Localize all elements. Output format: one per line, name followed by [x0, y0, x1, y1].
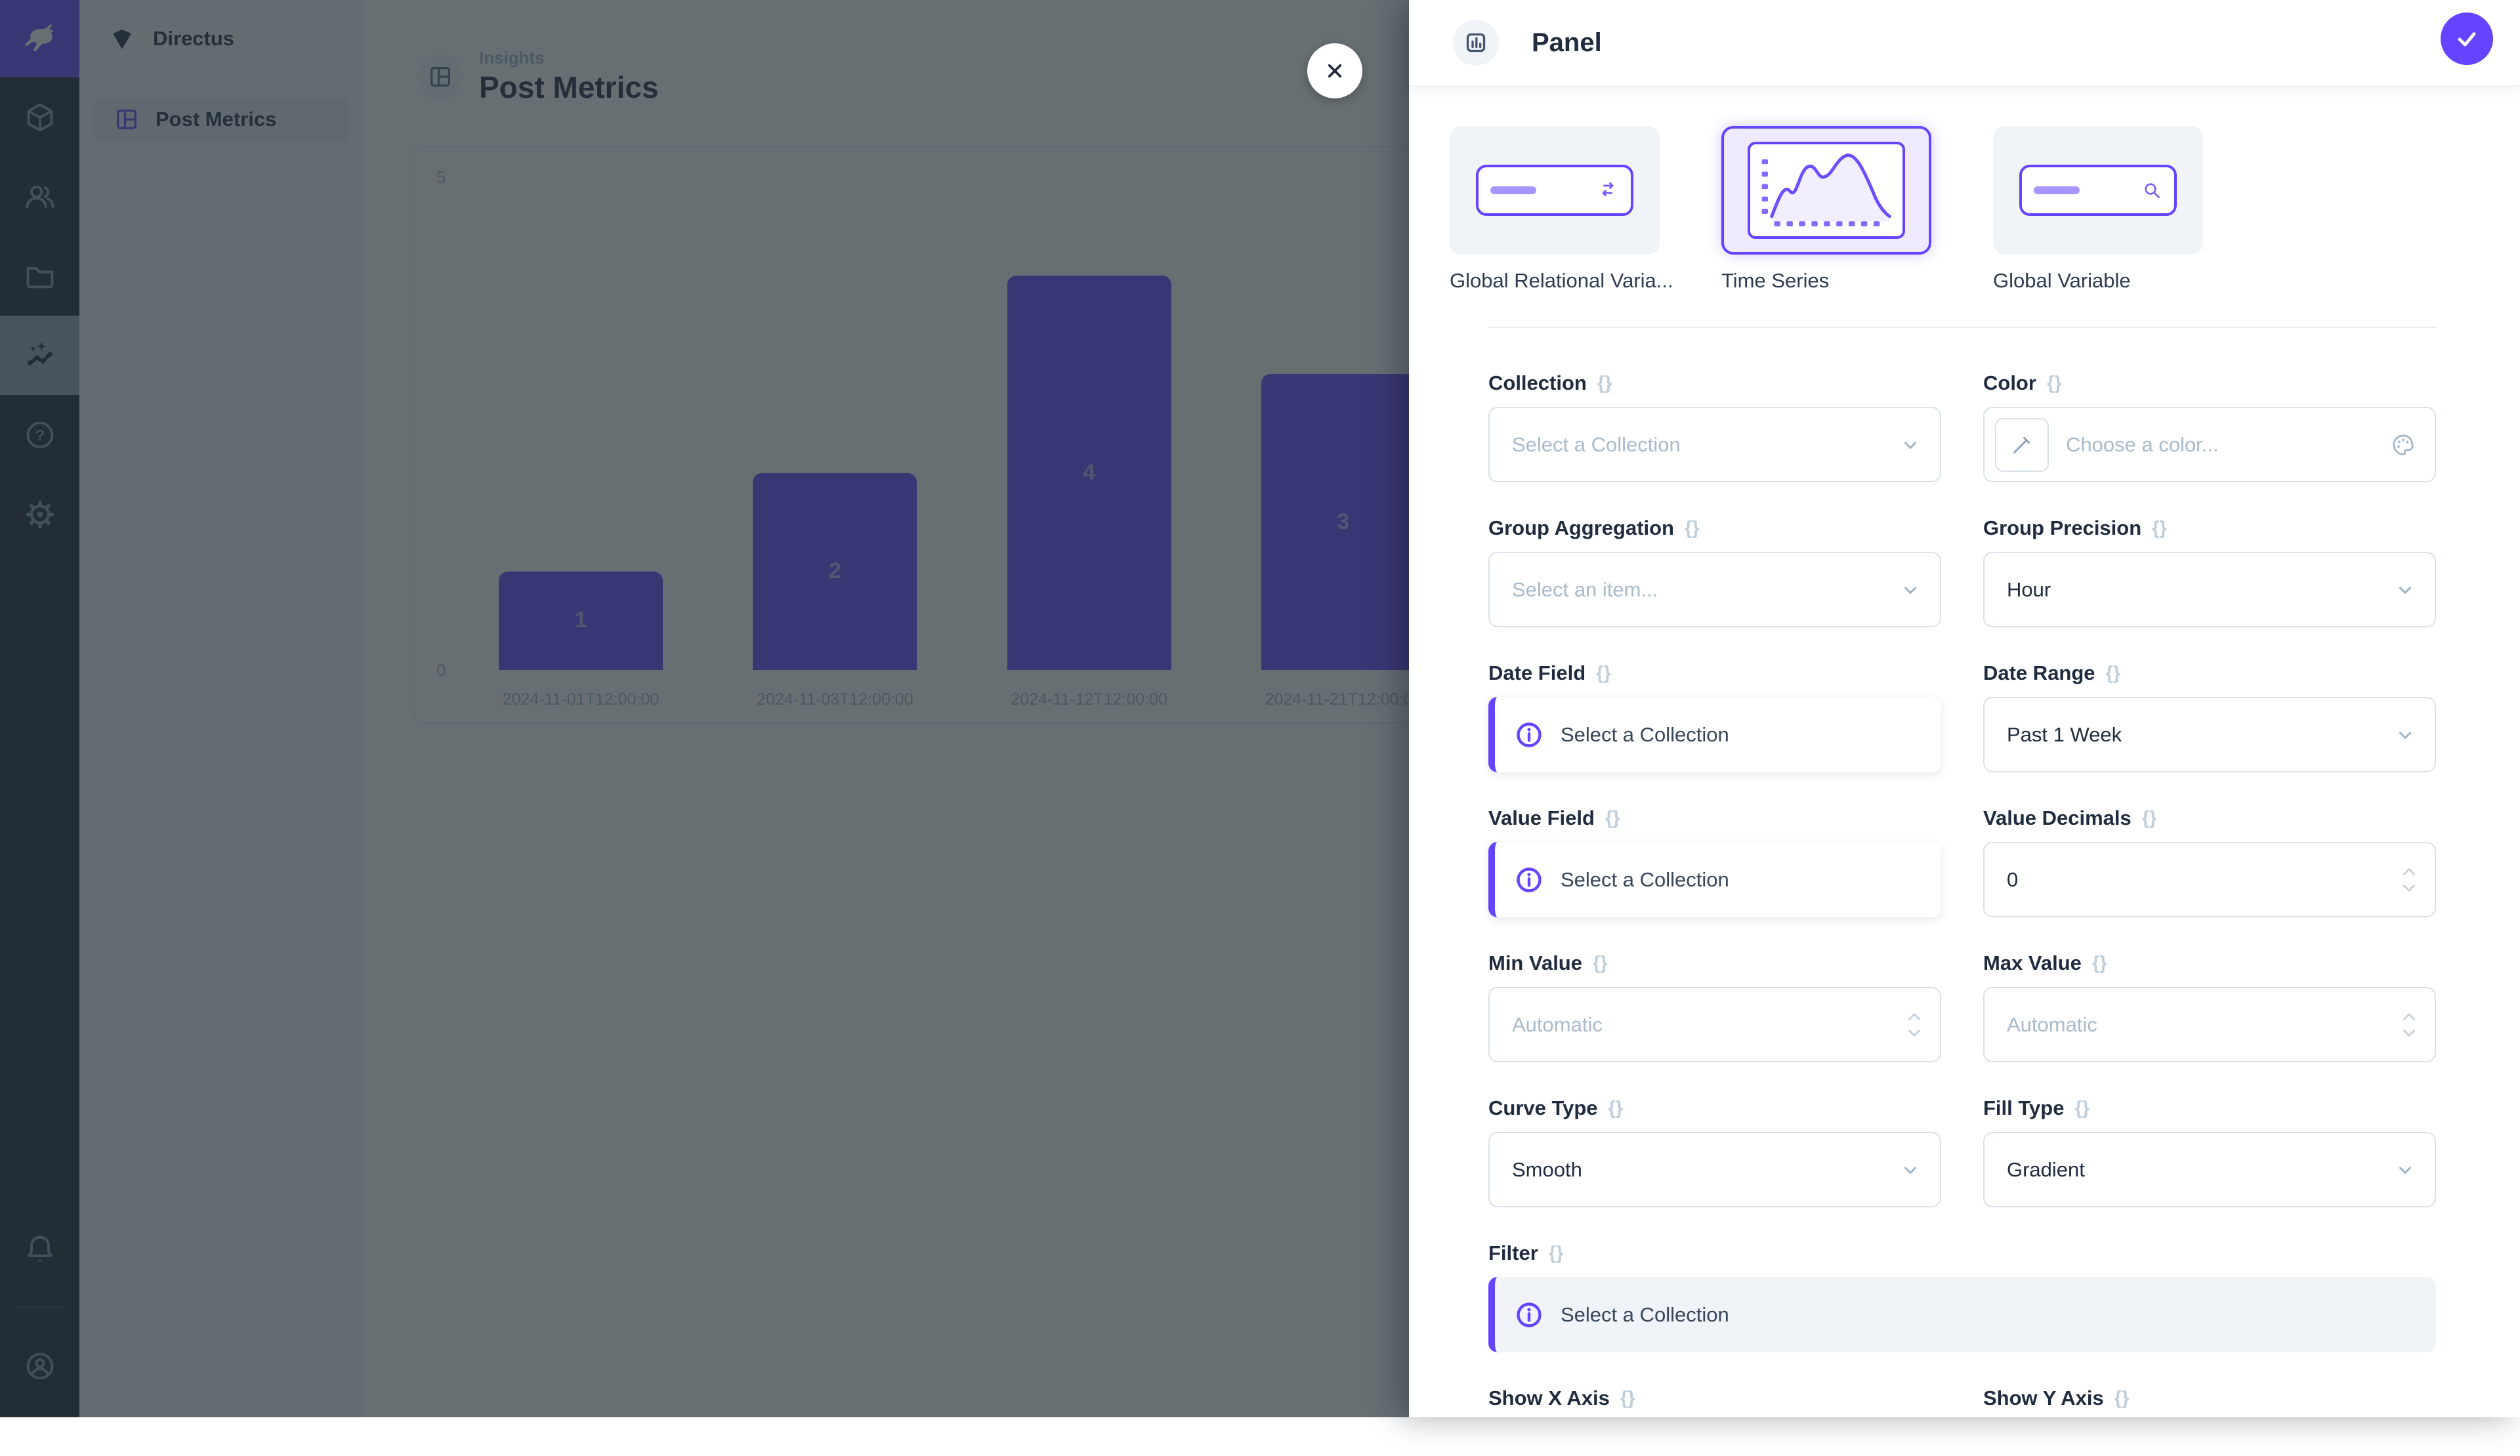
field-label: Show Y Axis: [1983, 1386, 2104, 1410]
raw-value-icon[interactable]: {}: [1597, 373, 1612, 394]
panel-type-global-relational-variable[interactable]: [1450, 126, 1660, 255]
raw-value-icon[interactable]: {}: [1593, 953, 1608, 974]
chevron-down-icon: [2395, 725, 2415, 745]
field-label: Date Range: [1983, 661, 2095, 685]
field-label: Group Aggregation: [1488, 516, 1674, 540]
color-input[interactable]: Choose a color...: [1983, 407, 2436, 482]
raw-value-icon[interactable]: {}: [2074, 1098, 2090, 1119]
panel-icon-circle: [1453, 20, 1499, 66]
group-precision-select[interactable]: Hour: [1983, 552, 2436, 627]
panel-type-global-variable[interactable]: [1993, 126, 2203, 255]
collection-select[interactable]: Select a Collection: [1488, 407, 1941, 482]
field-label: Min Value: [1488, 951, 1582, 975]
field-fill-type: Fill Type {} Gradient: [1983, 1096, 2436, 1207]
raw-value-icon[interactable]: {}: [2114, 1388, 2130, 1409]
eyedropper-icon: [2011, 434, 2033, 456]
time-series-thumbnail-icon: [1750, 144, 1902, 236]
panel-type-time-series[interactable]: [1721, 126, 1931, 255]
panel-type-label: Global Variable: [1993, 269, 2203, 293]
stepper-down-icon[interactable]: [2401, 1028, 2418, 1039]
raw-value-icon[interactable]: {}: [2106, 663, 2121, 684]
field-group-aggregation: Group Aggregation {} Select an item...: [1488, 516, 1941, 627]
field-value-field: Value Field {} Select a Collection: [1488, 806, 1941, 917]
field-max-value: Max Value {} Automatic: [1983, 951, 2436, 1062]
thumbnail-dash: [2034, 186, 2080, 194]
raw-value-icon[interactable]: {}: [1549, 1243, 1564, 1264]
field-label: Collection: [1488, 371, 1587, 395]
field-min-value: Min Value {} Automatic: [1488, 951, 1941, 1062]
value-decimals-input[interactable]: 0: [1983, 842, 2436, 917]
curve-type-select[interactable]: Smooth: [1488, 1132, 1941, 1207]
raw-value-icon[interactable]: {}: [2047, 373, 2062, 394]
search-icon: [2141, 180, 2162, 201]
raw-value-icon[interactable]: {}: [2092, 953, 2107, 974]
info-icon: [1515, 865, 1544, 894]
field-collection: Collection {} Select a Collection: [1488, 371, 1941, 482]
fill-type-select[interactable]: Gradient: [1983, 1132, 2436, 1207]
raw-value-icon[interactable]: {}: [1605, 808, 1620, 829]
max-value-input[interactable]: Automatic: [1983, 987, 2436, 1062]
stepper-down-icon[interactable]: [1906, 1028, 1923, 1039]
field-label: Value Field: [1488, 806, 1595, 830]
field-curve-type: Curve Type {} Smooth: [1488, 1096, 1941, 1207]
close-drawer-button[interactable]: [1307, 43, 1362, 98]
check-icon: [2452, 24, 2481, 53]
field-label: Date Field: [1488, 661, 1586, 685]
filter-notice: Select a Collection: [1488, 1277, 2436, 1352]
field-label: Value Decimals: [1983, 806, 2132, 830]
chevron-down-icon: [1900, 1160, 1920, 1180]
info-icon: [1515, 720, 1544, 749]
raw-value-icon[interactable]: {}: [1596, 663, 1611, 684]
field-label: Group Precision: [1983, 516, 2141, 540]
stepper-up-icon[interactable]: [2401, 1011, 2418, 1022]
raw-value-icon[interactable]: {}: [2152, 518, 2167, 539]
field-group-precision: Group Precision {} Hour: [1983, 516, 2436, 627]
panel-chart-icon: [1463, 30, 1489, 56]
info-icon: [1515, 1300, 1544, 1329]
stepper-down-icon[interactable]: [2401, 883, 2418, 894]
thumbnail-dash: [1490, 186, 1536, 194]
color-swatch-button[interactable]: [1995, 418, 2049, 472]
date-field-notice: Select a Collection: [1488, 697, 1941, 772]
chevron-down-icon: [1900, 580, 1920, 600]
raw-value-icon[interactable]: {}: [2142, 808, 2157, 829]
section-divider: [1488, 327, 2437, 328]
chevron-down-icon: [2395, 1160, 2415, 1180]
field-label: Max Value: [1983, 951, 2082, 975]
field-label: Filter: [1488, 1241, 1538, 1265]
group-aggregation-select[interactable]: Select an item...: [1488, 552, 1941, 627]
field-show-y-axis: Show Y Axis {}: [1983, 1386, 2436, 1422]
palette-icon[interactable]: [2390, 432, 2416, 458]
field-value-decimals: Value Decimals {} 0: [1983, 806, 2436, 917]
date-range-select[interactable]: Past 1 Week: [1983, 697, 2436, 772]
drawer-header: Panel: [1409, 0, 2520, 87]
close-icon: [1322, 58, 1348, 84]
drawer-overlay[interactable]: [0, 0, 1409, 1417]
swap-arrows-icon: [1597, 179, 1619, 201]
panel-type-label: Time Series: [1721, 269, 1931, 293]
raw-value-icon[interactable]: {}: [1685, 518, 1700, 539]
save-button[interactable]: [2441, 12, 2493, 65]
stepper-up-icon[interactable]: [1906, 1011, 1923, 1022]
drawer-title: Panel: [1532, 28, 1602, 58]
field-label: Color: [1983, 371, 2036, 395]
chevron-down-icon: [2395, 580, 2415, 600]
field-label: Show X Axis: [1488, 1386, 1610, 1410]
field-color: Color {} Choose a color...: [1983, 371, 2436, 482]
min-value-input[interactable]: Automatic: [1488, 987, 1941, 1062]
field-label: Fill Type: [1983, 1096, 2064, 1120]
field-filter: Filter {} Select a Collection: [1488, 1241, 2436, 1352]
field-show-x-axis: Show X Axis {}: [1488, 1386, 1941, 1422]
panel-drawer: Panel Global Relational Varia...: [1409, 0, 2520, 1417]
raw-value-icon[interactable]: {}: [1620, 1388, 1635, 1409]
value-field-notice: Select a Collection: [1488, 842, 1941, 917]
panel-type-label: Global Relational Varia...: [1450, 269, 1660, 293]
stepper-up-icon[interactable]: [2401, 866, 2418, 877]
field-date-range: Date Range {} Past 1 Week: [1983, 661, 2436, 772]
panel-type-picker: Global Relational Varia...: [1450, 126, 2520, 293]
field-date-field: Date Field {} Select a Collection: [1488, 661, 1941, 772]
field-label: Curve Type: [1488, 1096, 1598, 1120]
raw-value-icon[interactable]: {}: [1608, 1098, 1624, 1119]
chevron-down-icon: [1900, 435, 1920, 455]
